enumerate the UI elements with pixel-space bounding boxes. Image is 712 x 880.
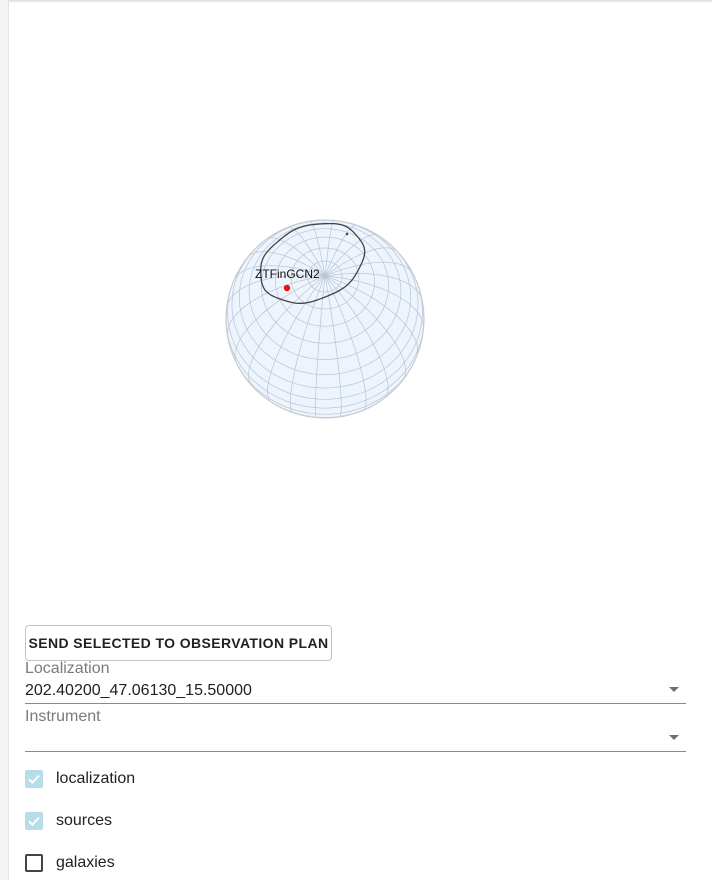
localization-field: Localization 202.40200_47.06130_15.50000 bbox=[25, 660, 686, 710]
contour-vertex-marker bbox=[345, 232, 349, 236]
sources-checkbox-label: sources bbox=[56, 812, 113, 829]
instrument-dropdown-arrow-icon[interactable] bbox=[669, 735, 679, 740]
layer-toggle-sources[interactable]: sources bbox=[25, 810, 325, 832]
source-label: ZTFinGCN2 bbox=[255, 267, 320, 281]
localization-value: 202.40200_47.06130_15.50000 bbox=[25, 682, 252, 699]
globe-svg[interactable]: ZTFinGCN2 bbox=[220, 212, 432, 424]
check-icon bbox=[28, 774, 40, 785]
localization-checkbox-label: localization bbox=[56, 770, 136, 787]
check-icon bbox=[28, 816, 40, 827]
galaxies-checkbox-label: galaxies bbox=[56, 854, 115, 871]
source-marker[interactable] bbox=[283, 284, 291, 292]
top-shadow bbox=[9, 0, 712, 3]
sources-checkbox[interactable] bbox=[25, 812, 43, 830]
localization-checkbox[interactable] bbox=[25, 770, 43, 788]
galaxies-checkbox[interactable] bbox=[25, 854, 43, 872]
sky-globe[interactable]: ZTFinGCN2 bbox=[220, 212, 432, 424]
layer-toggle-localization[interactable]: localization bbox=[25, 768, 325, 790]
send-to-observation-plan-button[interactable]: SEND SELECTED TO OBSERVATION PLAN bbox=[25, 625, 332, 661]
localization-dropdown-arrow-icon[interactable] bbox=[669, 687, 679, 692]
instrument-field: Instrument bbox=[25, 708, 686, 758]
left-rail bbox=[0, 0, 9, 880]
instrument-select[interactable] bbox=[25, 724, 686, 752]
localization-select[interactable]: 202.40200_47.06130_15.50000 bbox=[25, 676, 686, 704]
layer-toggle-galaxies[interactable]: galaxies bbox=[25, 852, 325, 874]
